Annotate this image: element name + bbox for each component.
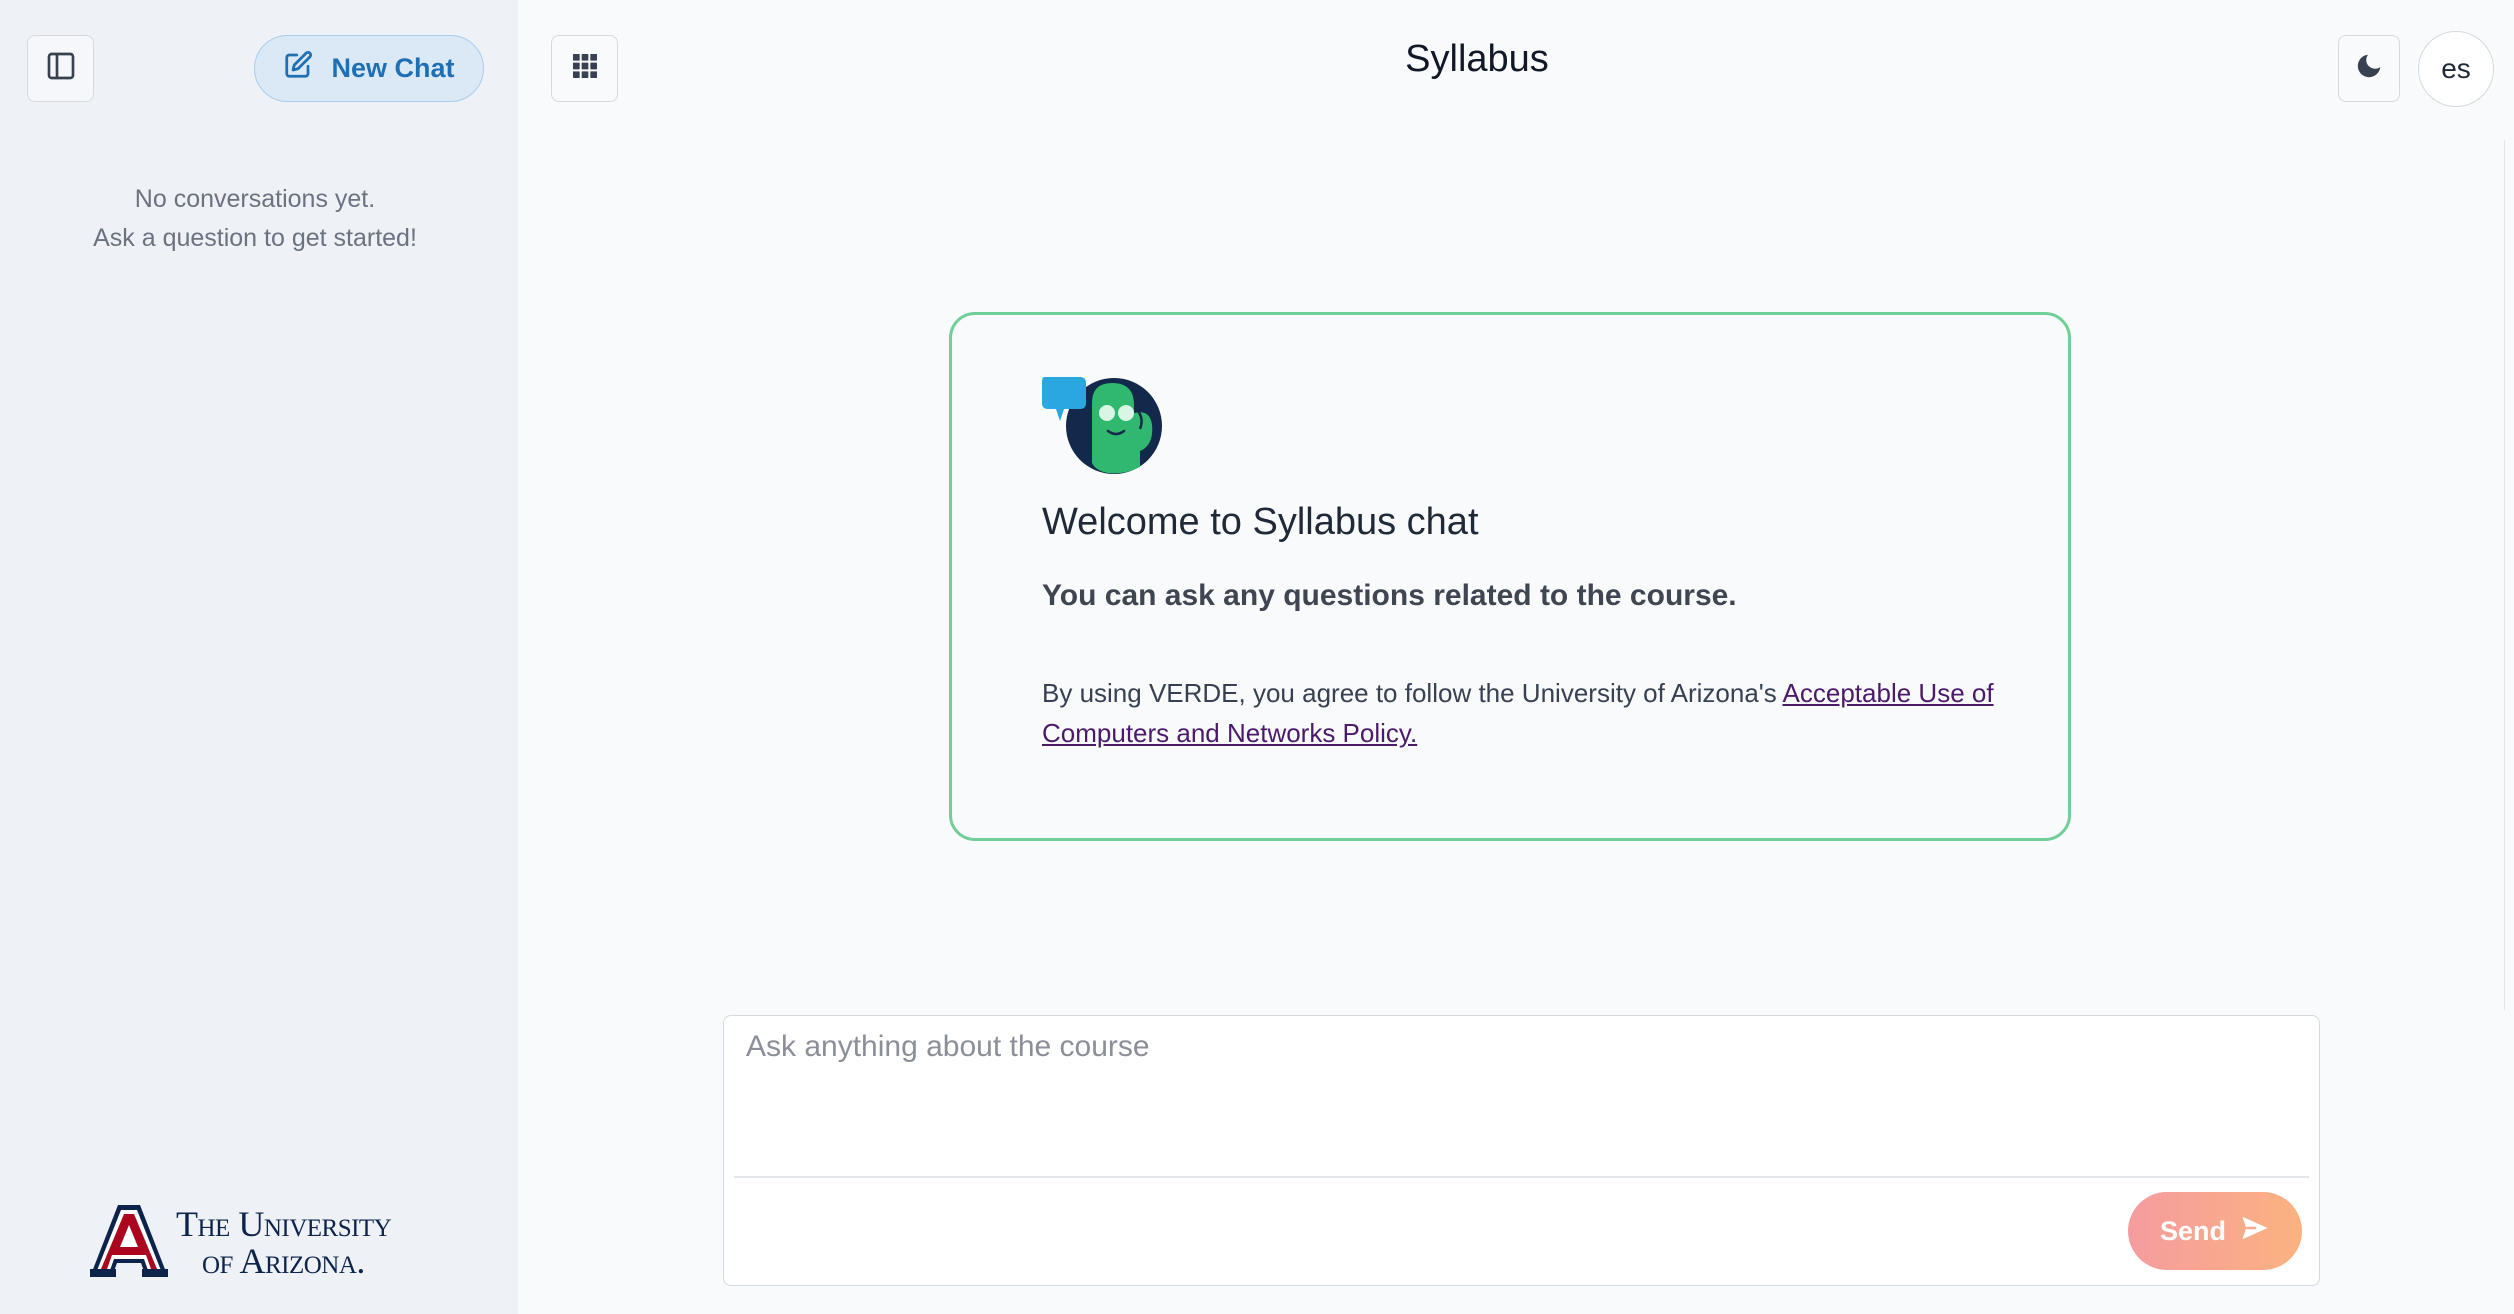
- scrollbar[interactable]: [2504, 140, 2514, 1010]
- welcome-card: Welcome to Syllabus chat You can ask any…: [949, 312, 2071, 841]
- send-button[interactable]: Send: [2128, 1192, 2302, 1270]
- user-avatar[interactable]: es: [2418, 31, 2494, 107]
- theme-toggle-button[interactable]: [2338, 35, 2400, 102]
- new-chat-label: New Chat: [331, 53, 455, 83]
- send-label: Send: [2159, 1215, 2226, 1246]
- policy-notice: By using VERDE, you agree to follow the …: [1042, 673, 2022, 753]
- composer-divider: [734, 1176, 2309, 1178]
- moon-icon: [2354, 51, 2384, 86]
- empty-conversations-message: No conversations yet. Ask a question to …: [0, 180, 510, 258]
- logo-line-2: of Arizona.: [202, 1241, 365, 1281]
- empty-line-2: Ask a question to get started!: [93, 224, 417, 252]
- sidebar-panel-icon: [45, 50, 77, 87]
- message-input[interactable]: [724, 1016, 2319, 1176]
- verde-mascot-icon: [1040, 375, 1168, 477]
- welcome-title: Welcome to Syllabus chat: [1042, 501, 1479, 543]
- logo-wordmark: The University of Arizona.: [176, 1204, 392, 1281]
- logo-line-1: The University: [176, 1204, 392, 1244]
- empty-line-1: No conversations yet.: [134, 185, 376, 213]
- app-root: New Chat No conversations yet. Ask a que…: [0, 0, 2514, 1314]
- message-composer: Send: [723, 1015, 2320, 1286]
- new-chat-button[interactable]: New Chat: [254, 35, 484, 102]
- university-logo: The University of Arizona.: [88, 1203, 428, 1283]
- page-title: Syllabus: [1405, 38, 1549, 80]
- arizona-a-icon: [88, 1203, 170, 1284]
- sidebar-toggle-button[interactable]: [27, 35, 94, 102]
- policy-prefix: By using VERDE, you agree to follow the …: [1042, 678, 1783, 708]
- welcome-subtitle: You can ask any questions related to the…: [1042, 579, 1737, 612]
- paper-plane-icon: [2240, 1213, 2270, 1250]
- edit-square-icon: [283, 50, 313, 87]
- main-area: Syllabus es Welcome to Syllabus chat You…: [518, 0, 2514, 1314]
- sidebar: New Chat No conversations yet. Ask a que…: [0, 0, 518, 1314]
